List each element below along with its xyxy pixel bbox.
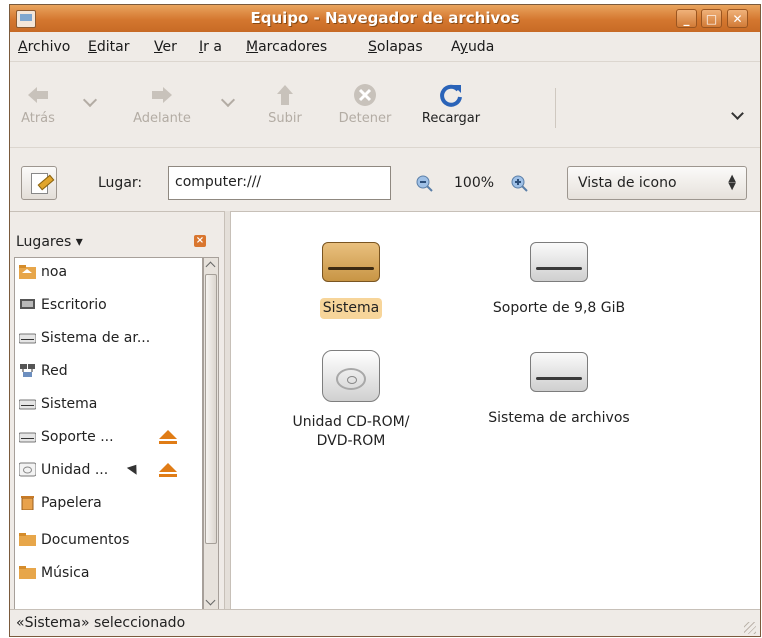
scrollbar-thumb[interactable] [205,274,217,544]
eject-icon[interactable] [159,463,177,477]
window-title: Equipo - Navegador de archivos [250,9,520,27]
trash-icon [21,496,34,510]
stop-label: Detener [338,111,392,126]
folder-icon [19,566,36,579]
menu-ayuda[interactable]: Ayuda [451,39,494,55]
zoom-out-icon[interactable] [415,174,433,192]
file-label: Sistema de archivos [488,410,630,426]
file-item-soporte[interactable]: Soporte de 9,8 GiB [474,242,644,319]
places-dropdown[interactable]: Lugares ▾ [16,234,83,250]
view-mode-value: Vista de icono [578,175,677,191]
drive-icon [322,242,380,282]
drive-icon [19,399,36,410]
side-pane: Lugares ▾ × noa Escritorio Sistema de ar… [10,211,224,610]
back-label: Atrás [21,111,55,126]
resize-grip-icon[interactable] [744,622,756,634]
status-text: «Sistema» seleccionado [16,615,186,631]
back-button[interactable]: Atrás [15,82,61,126]
toolbar: Atrás Adelante Subir Detener Recargar [10,61,760,148]
cdrom-icon [19,462,36,477]
home-folder-icon [19,265,36,279]
drive-icon [530,242,588,282]
side-pane-close-icon[interactable]: × [194,235,206,247]
toolbar-overflow-chevron-icon[interactable] [731,107,744,120]
forward-button[interactable]: Adelante [117,82,207,126]
location-edit-toggle-button[interactable] [21,166,57,200]
close-button[interactable]: ✕ [727,9,748,28]
places-list: noa Escritorio Sistema de ar... Red Sist… [14,257,203,610]
eject-icon[interactable] [159,430,177,444]
zoom-level[interactable]: 100% [454,175,494,191]
forward-arrow-icon [152,87,172,103]
reload-label: Recargar [421,111,481,126]
file-label: Sistema [319,298,383,319]
reload-icon [440,84,462,107]
menu-editar[interactable]: Editar [88,39,129,55]
file-label: Soporte de 9,8 GiB [492,300,626,316]
cdrom-icon [322,350,380,402]
drive-icon [530,352,588,392]
location-bar: Lugar: computer:/// 100% Vista de icono … [10,147,760,204]
up-button[interactable]: Subir [262,82,308,126]
menu-ver[interactable]: Ver [154,39,177,55]
sidebar-scrollbar[interactable] [203,257,219,610]
location-label: Lugar: [98,175,143,191]
up-arrow-icon [277,85,293,105]
stop-button[interactable]: Detener [330,82,400,126]
scroll-down-icon[interactable] [205,595,216,606]
file-item-sistema[interactable]: Sistema [286,242,416,319]
file-item-cdrom[interactable]: Unidad CD-ROM/DVD-ROM [276,350,426,452]
desktop-icon [20,299,35,309]
reload-button[interactable]: Recargar [408,82,494,126]
file-manager-window: Equipo - Navegador de archivos _ □ ✕ Arc… [9,4,761,637]
up-label: Subir [268,111,302,126]
back-history-dropdown[interactable] [82,92,98,108]
drive-icon [19,432,36,443]
updown-arrows-icon: ▲ ▼ [728,173,736,192]
view-mode-select[interactable]: Vista de icono ▲ ▼ [567,166,747,200]
drive-icon [19,333,36,344]
zoom-in-icon[interactable] [510,174,528,192]
file-item-sistema-de-archivos[interactable]: Sistema de archivos [474,352,644,429]
scroll-up-icon[interactable] [205,261,216,272]
folder-icon [19,533,36,546]
network-icon [20,364,35,377]
title-bar[interactable]: Equipo - Navegador de archivos _ □ ✕ [10,5,760,32]
stop-icon [354,84,376,106]
sidebar-item-unidad[interactable]: Unidad ... [19,460,189,482]
pane-divider[interactable] [224,211,231,609]
location-input[interactable]: computer:/// [168,166,391,200]
menu-bar: Archivo Editar Ver Ir a Marcadores Solap… [10,32,760,61]
sidebar-item-soporte[interactable]: Soporte ... [19,427,189,449]
forward-label: Adelante [133,111,191,126]
menu-archivo[interactable]: Archivo [18,39,70,55]
status-bar: «Sistema» seleccionado [10,609,760,636]
back-arrow-icon [28,87,48,103]
menu-solapas[interactable]: Solapas [368,39,423,55]
forward-history-dropdown[interactable] [220,92,236,108]
file-view: Sistema Soporte de 9,8 GiB Unidad CD-ROM… [231,211,760,610]
menu-ir-a[interactable]: Ir a [199,39,222,55]
toolbar-separator [555,88,556,128]
maximize-button[interactable]: □ [701,9,722,28]
file-label: Unidad CD-ROM/DVD-ROM [292,414,410,449]
menu-marcadores[interactable]: Marcadores [246,39,327,55]
minimize-button[interactable]: _ [676,9,697,28]
